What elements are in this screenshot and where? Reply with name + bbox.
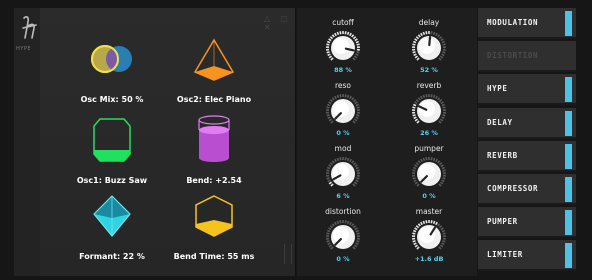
knob-label: distortion — [325, 207, 361, 216]
knob-distortion-dial[interactable] — [321, 217, 365, 255]
nav-label: DISTORTION — [487, 51, 539, 61]
knob-mod-dial[interactable] — [321, 154, 365, 192]
enable-toggle[interactable] — [565, 143, 572, 169]
nav-item-limiter[interactable]: LIMITER — [478, 240, 576, 272]
nav-item-reverb[interactable]: REVERB — [478, 140, 576, 172]
nav-label: REVERB — [487, 150, 518, 160]
knob-mod: mod 6 % — [303, 144, 383, 210]
knob-master-dial[interactable] — [407, 217, 451, 255]
knob-value: 0 % — [336, 129, 350, 137]
knob-label: reso — [334, 81, 352, 90]
knob-distortion: distortion 0 % — [303, 207, 383, 273]
enable-toggle[interactable] — [565, 177, 572, 202]
logo-text: HYPE — [16, 46, 31, 52]
knob-label: master — [415, 207, 443, 216]
nav-item-pumper[interactable]: PUMPER — [478, 207, 576, 239]
knob-cutoff-dial[interactable] — [321, 28, 365, 66]
knob-value: 6 % — [336, 192, 350, 200]
knob-value: 0 % — [422, 192, 436, 200]
effects-nav: MODULATION DISTORTION HYPE DELAY REVERB COMPR… — [478, 8, 578, 276]
nav-label: DELAY — [487, 117, 513, 127]
formant-label: Formant: 22 % — [79, 252, 145, 261]
knob-master: master +1.6 dB — [389, 207, 469, 273]
window-controls-icon[interactable]: △ ◻ ✕ — [264, 14, 295, 32]
synth-panel: HYPE △ ◻ ✕ Osc Mix: 50 % Osc2: Elec Pian… — [14, 8, 296, 276]
knob-delay: delay 52 % — [389, 18, 469, 84]
logo-icon — [22, 16, 37, 39]
bend-cylinder-icon[interactable] — [197, 114, 231, 164]
osc2-label: Osc2: Elec Piano — [176, 95, 252, 104]
enable-toggle[interactable] — [565, 110, 572, 136]
osc1-prism-icon[interactable] — [92, 116, 132, 164]
scroll-handle[interactable] — [284, 244, 292, 264]
osc-mix-label: Osc Mix: 50 % — [80, 95, 144, 104]
nav-item-distortion[interactable]: DISTORTION — [478, 41, 576, 73]
osc1-label: Osc1: Buzz Saw — [76, 176, 148, 185]
knob-panel: cutoff 88 % delay 52 % reso 0 % reverb 26 % mod 6… — [297, 8, 477, 276]
enable-toggle[interactable] — [565, 243, 572, 269]
knob-reso-dial[interactable] — [321, 91, 365, 129]
knob-pumper: pumper 0 % — [389, 144, 469, 210]
knob-label: delay — [418, 18, 440, 27]
knob-value: 26 % — [420, 129, 438, 137]
nav-label: MODULATION — [487, 18, 539, 27]
osc-mix-venn-icon[interactable] — [86, 42, 138, 76]
nav-label: LIMITER — [487, 250, 523, 260]
knob-delay-dial[interactable] — [407, 28, 451, 66]
enable-toggle[interactable] — [565, 11, 572, 36]
knob-label: cutoff — [332, 18, 354, 27]
plugin-window: HYPE △ ◻ ✕ Osc Mix: 50 % Osc2: Elec Pian… — [0, 0, 592, 280]
nav-item-compressor[interactable]: COMPRESSOR — [478, 174, 576, 205]
nav-item-hype[interactable]: HYPE — [478, 74, 576, 106]
nav-label: COMPRESSOR — [487, 184, 539, 193]
formant-diamond-icon[interactable] — [90, 194, 134, 238]
knob-value: 88 % — [334, 66, 352, 74]
nav-item-modulation[interactable]: MODULATION — [478, 8, 576, 39]
nav-label: HYPE — [487, 84, 508, 94]
knob-value: +1.6 dB — [414, 255, 444, 263]
knob-value: 52 % — [420, 66, 438, 74]
knob-cutoff: cutoff 88 % — [303, 18, 383, 84]
osc2-pyramid-icon[interactable] — [192, 38, 236, 82]
knob-label: mod — [334, 144, 352, 153]
bend-time-label: Bend Time: 55 ms — [173, 252, 255, 261]
knob-label: pumper — [414, 144, 444, 153]
enable-toggle[interactable] — [565, 77, 572, 103]
nav-item-delay[interactable]: DELAY — [478, 107, 576, 139]
knob-reverb-dial[interactable] — [407, 91, 451, 129]
bend-time-cube-icon[interactable] — [194, 194, 234, 238]
knob-reverb: reverb 26 % — [389, 81, 469, 147]
knob-value: 0 % — [336, 255, 350, 263]
knob-label: reverb — [416, 81, 442, 90]
knob-reso: reso 0 % — [303, 81, 383, 147]
enable-toggle[interactable] — [565, 210, 572, 236]
bend-label: Bend: +2.54 — [186, 176, 242, 185]
knob-pumper-dial[interactable] — [407, 154, 451, 192]
nav-label: PUMPER — [487, 217, 518, 227]
